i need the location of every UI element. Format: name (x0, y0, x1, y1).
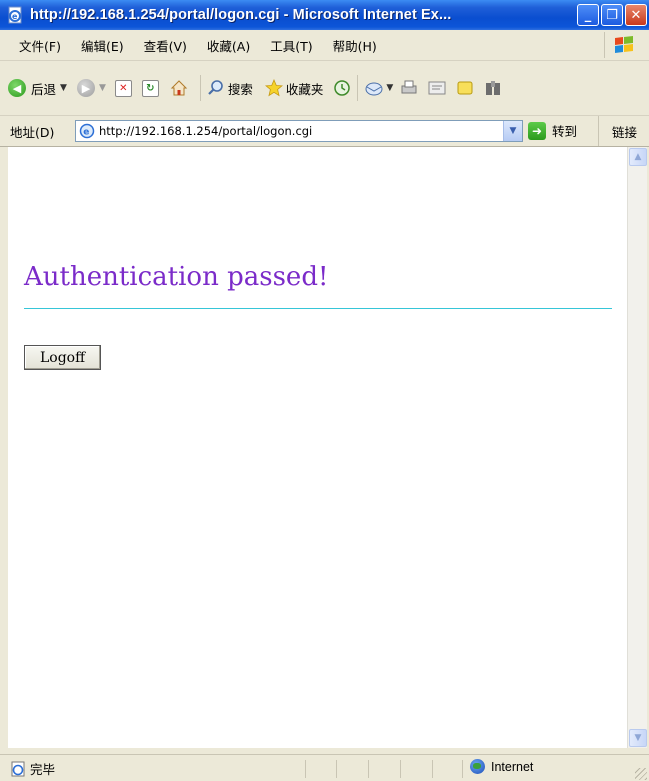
menu-help[interactable]: 帮助(H) (326, 36, 384, 55)
scroll-up-icon[interactable]: ▲ (629, 148, 647, 166)
address-dropdown-icon[interactable]: ▼ (503, 121, 522, 141)
security-zone: Internet (470, 759, 533, 774)
menu-favorites[interactable]: 收藏(A) (200, 36, 257, 55)
status-divider (305, 760, 306, 778)
status-divider (432, 760, 433, 778)
print-icon[interactable] (399, 79, 419, 97)
toolbar-separator (357, 75, 359, 101)
window-title: http://192.168.1.254/portal/logon.cgi - … (30, 7, 452, 23)
menu-tools[interactable]: 工具(T) (263, 36, 319, 55)
back-label: 后退 (31, 81, 57, 97)
vertical-scrollbar[interactable]: ▲ ▼ (627, 147, 647, 748)
logoff-button[interactable]: Logoff (24, 345, 101, 370)
resize-grip-icon[interactable] (635, 768, 647, 780)
close-button[interactable]: ✕ (625, 4, 647, 26)
address-label: 地址(D) (10, 124, 55, 140)
go-arrow-icon: ➜ (528, 121, 546, 140)
refresh-icon[interactable]: ↻ (141, 79, 159, 97)
menu-view[interactable]: 查看(V) (137, 36, 194, 55)
page-icon: e (79, 123, 95, 139)
forward-arrow-icon: ▶ (76, 79, 95, 97)
back-dropdown-icon[interactable]: ▼ (60, 83, 67, 93)
globe-icon (470, 759, 485, 774)
zone-label: Internet (491, 759, 534, 774)
go-button[interactable]: ➜ 转到 (528, 121, 577, 140)
address-input[interactable]: e http://192.168.1.254/portal/logon.cgi … (75, 120, 523, 142)
stop-icon[interactable]: ✕ (114, 79, 132, 97)
search-button[interactable]: 搜索 (207, 70, 253, 106)
search-icon (208, 80, 223, 95)
minimize-button[interactable]: _ (577, 4, 599, 26)
scroll-down-icon[interactable]: ▼ (629, 729, 647, 747)
back-button[interactable]: ◀ 后退 ▼ (8, 70, 71, 106)
mail-icon (365, 82, 383, 96)
status-divider (462, 760, 463, 778)
go-label: 转到 (552, 124, 578, 139)
status-bar: 完毕 Internet (0, 754, 649, 781)
toolbar-separator (199, 75, 201, 101)
windows-flag-icon (615, 36, 633, 53)
status-text: 完毕 (30, 762, 56, 777)
ie-page-icon: e (8, 6, 22, 24)
svg-text:e: e (12, 12, 18, 21)
page-heading: Authentication passed! (24, 262, 329, 292)
address-url: http://192.168.1.254/portal/logon.cgi (99, 124, 313, 138)
title-bar[interactable]: e http://192.168.1.254/portal/logon.cgi … (0, 0, 649, 30)
edit-icon[interactable] (427, 79, 447, 97)
star-icon (264, 79, 283, 97)
status-divider (368, 760, 369, 778)
page-content: Authentication passed! Logoff (8, 147, 627, 748)
menu-bar: 文件(F) 编辑(E) 查看(V) 收藏(A) 工具(T) 帮助(H) (0, 30, 649, 61)
mail-dropdown-icon[interactable]: ▼ (386, 83, 393, 93)
svg-text:e: e (83, 128, 89, 138)
address-bar: 地址(D) e http://192.168.1.254/portal/logo… (0, 116, 649, 147)
menu-file[interactable]: 文件(F) (12, 36, 68, 55)
forward-dropdown-icon[interactable]: ▼ (99, 83, 106, 93)
windows-logo-icon (604, 32, 643, 58)
links-button[interactable]: 链接 (598, 116, 649, 146)
mail-button[interactable]: ▼ (364, 70, 395, 106)
standard-toolbar: ◀ 后退 ▼ ▶ ▼ ✕ ↻ 搜索 收藏夹 ▼ (0, 61, 649, 116)
back-arrow-icon: ◀ (8, 79, 26, 97)
search-label: 搜索 (227, 81, 253, 97)
heading-rule (24, 308, 612, 309)
restore-button[interactable]: ❐ (601, 4, 623, 26)
window-controls: _ ❐ ✕ (577, 4, 647, 26)
discuss-icon[interactable] (455, 79, 475, 97)
history-icon[interactable] (333, 79, 351, 97)
research-icon[interactable] (483, 79, 503, 97)
forward-button[interactable]: ▶ ▼ (76, 70, 110, 106)
favorites-button[interactable]: 收藏夹 (264, 70, 324, 106)
browser-window: e http://192.168.1.254/portal/logon.cgi … (0, 0, 649, 781)
favorites-label: 收藏夹 (285, 81, 324, 97)
menu-edit[interactable]: 编辑(E) (74, 36, 131, 55)
status-divider (336, 760, 337, 778)
page-done-icon (11, 761, 25, 776)
left-frame (0, 147, 8, 748)
status-divider (400, 760, 401, 778)
home-icon[interactable] (169, 78, 189, 98)
